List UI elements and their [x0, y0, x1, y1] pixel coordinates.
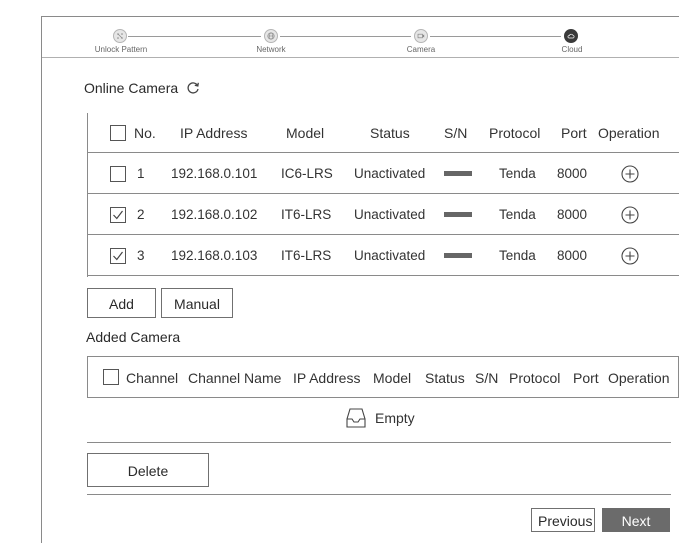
col-sn: S/N: [475, 370, 499, 386]
col-ip: IP Address: [180, 125, 248, 141]
step-connector: [128, 36, 261, 37]
step-connector: [430, 36, 561, 37]
serial-number-masked: [444, 212, 472, 217]
serial-number-masked: [444, 171, 472, 176]
row-model: IC6-LRS: [281, 166, 333, 181]
row-status: Unactivated: [354, 166, 426, 181]
checkmark-icon: [113, 210, 123, 220]
added-camera-title: Added Camera: [86, 329, 181, 345]
add-camera-plus-icon[interactable]: [621, 206, 639, 224]
row-protocol: Tenda: [499, 166, 536, 181]
row-checkbox[interactable]: [110, 248, 126, 264]
row-port: 8000: [557, 248, 588, 263]
add-camera-plus-icon[interactable]: [621, 247, 639, 265]
col-protocol: Protocol: [489, 125, 541, 141]
col-channel: Channel: [126, 370, 179, 386]
pattern-icon: [113, 29, 127, 43]
row-ip: 192.168.0.103: [171, 248, 258, 263]
online-camera-title: Online Camera: [84, 80, 179, 96]
row-protocol: Tenda: [499, 248, 536, 263]
row-no: 3: [137, 248, 145, 263]
step-label-network: Network: [256, 45, 286, 54]
refresh-icon[interactable]: [186, 81, 200, 95]
col-operation: Operation: [598, 125, 660, 141]
row-model: IT6-LRS: [281, 248, 332, 263]
row-status: Unactivated: [354, 248, 426, 263]
add-button[interactable]: Add: [87, 288, 156, 318]
previous-button[interactable]: Previous: [531, 508, 595, 532]
row-protocol: Tenda: [499, 207, 536, 222]
row-checkbox[interactable]: [110, 166, 126, 182]
added-camera-table-header: Channel Channel Name IP Address Model St…: [87, 356, 679, 398]
col-channel-name: Channel Name: [188, 370, 282, 386]
globe-icon: [264, 29, 278, 43]
col-model: Model: [286, 125, 325, 141]
select-all-added-checkbox[interactable]: [103, 369, 119, 385]
col-port: Port: [573, 370, 599, 386]
serial-number-masked: [444, 253, 472, 258]
online-table-header: No. IP Address Model Status S/N Protocol…: [87, 113, 679, 153]
col-port: Port: [561, 125, 587, 141]
divider: [87, 442, 671, 443]
row-ip: 192.168.0.101: [171, 166, 258, 181]
col-sn: S/N: [444, 125, 468, 141]
camera-icon: [414, 29, 428, 43]
row-checkbox[interactable]: [110, 207, 126, 223]
row-status: Unactivated: [354, 207, 426, 222]
next-button[interactable]: Next: [602, 508, 670, 532]
cloud-icon: [564, 29, 578, 43]
delete-button[interactable]: Delete: [87, 453, 209, 487]
row-no: 1: [137, 166, 145, 181]
add-camera-plus-icon[interactable]: [621, 165, 639, 183]
divider: [87, 494, 671, 495]
col-status: Status: [370, 125, 410, 141]
table-row[interactable]: 1 192.168.0.101 IC6-LRS Unactivated Tend…: [87, 154, 679, 194]
col-operation: Operation: [608, 370, 670, 386]
table-row[interactable]: 3 192.168.0.103 IT6-LRS Unactivated Tend…: [87, 236, 679, 276]
select-all-checkbox[interactable]: [110, 125, 126, 141]
step-label-cloud: Cloud: [561, 45, 583, 54]
empty-text: Empty: [375, 410, 415, 426]
row-ip: 192.168.0.102: [171, 207, 258, 222]
col-ip: IP Address: [293, 370, 361, 386]
row-port: 8000: [557, 166, 588, 181]
step-label-unlock-pattern: Unlock Pattern: [94, 45, 148, 54]
step-connector: [280, 36, 411, 37]
empty-tray-icon: [346, 408, 366, 428]
header-divider: [42, 57, 679, 58]
col-protocol: Protocol: [509, 370, 561, 386]
col-no: No.: [134, 125, 156, 141]
table-row[interactable]: 2 192.168.0.102 IT6-LRS Unactivated Tend…: [87, 195, 679, 235]
col-status: Status: [425, 370, 465, 386]
step-label-camera: Camera: [406, 45, 436, 54]
empty-state: Empty: [345, 406, 415, 430]
row-no: 2: [137, 207, 145, 222]
checkmark-icon: [113, 251, 123, 261]
row-model: IT6-LRS: [281, 207, 332, 222]
manual-button[interactable]: Manual: [161, 288, 233, 318]
row-port: 8000: [557, 207, 588, 222]
col-model: Model: [373, 370, 412, 386]
